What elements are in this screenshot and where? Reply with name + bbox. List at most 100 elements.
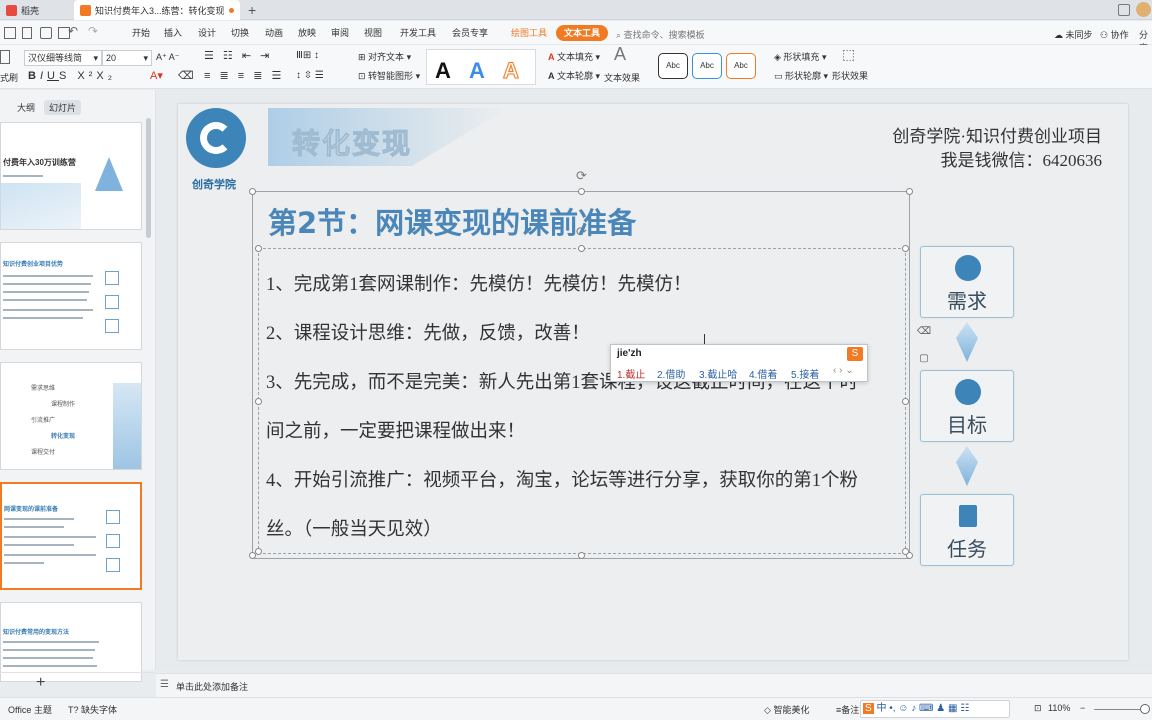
- menu-design[interactable]: 设计: [194, 25, 220, 41]
- menu-animation[interactable]: 动画: [261, 25, 287, 41]
- shape-fill-button[interactable]: ◈ 形状填充 ▾: [774, 50, 826, 64]
- text-style-blue[interactable]: A: [469, 58, 485, 84]
- sync-status[interactable]: ☁ 未同步: [1054, 28, 1093, 41]
- shape-style-blue[interactable]: Abc: [692, 53, 722, 79]
- smart-beautify-button[interactable]: ◇ 智能美化: [764, 703, 809, 716]
- font-size-select[interactable]: 20 ▾: [102, 50, 152, 66]
- line-spacing-icon[interactable]: ↕ ⇳ ☰: [296, 69, 324, 83]
- resize-handle[interactable]: [578, 552, 585, 559]
- undo-icon[interactable]: ↶: [68, 24, 78, 38]
- slide-thumb-1[interactable]: 付费年入30万训练营: [0, 122, 142, 230]
- thumb-title: 知识付费创业项目优势: [3, 262, 64, 268]
- format-painter-icon[interactable]: [0, 50, 10, 64]
- menu-insert[interactable]: 插入: [160, 25, 186, 41]
- resize-handle[interactable]: [902, 398, 909, 405]
- text-effect-icon[interactable]: A: [614, 45, 626, 63]
- list-buttons[interactable]: ☰ ☷ ⇤ ⇥: [204, 49, 272, 63]
- save-icon[interactable]: [22, 27, 32, 39]
- resize-handle[interactable]: [578, 245, 585, 252]
- menu-home[interactable]: 开始: [128, 25, 154, 41]
- ime-candidate-4[interactable]: 4.借着: [749, 366, 777, 381]
- resize-handle[interactable]: [255, 398, 262, 405]
- resize-handle[interactable]: [578, 188, 585, 195]
- resize-handle[interactable]: [906, 188, 913, 195]
- font-name-select[interactable]: 汉仪细等线简 ▾: [24, 50, 102, 66]
- text-outline-button[interactable]: A 文本轮廓 ▾: [548, 69, 600, 83]
- font-grow-icon[interactable]: A⁺ A⁻: [156, 50, 180, 64]
- shape-effect-label[interactable]: 形状效果: [832, 69, 868, 83]
- missing-font-label: 缺失字体: [81, 705, 118, 715]
- text-style-black[interactable]: A: [435, 58, 451, 84]
- print-icon[interactable]: [40, 27, 52, 39]
- collab-button[interactable]: ⚇ 协作: [1100, 28, 1129, 41]
- text-effect-label[interactable]: 文本效果: [604, 71, 640, 85]
- missing-font-button[interactable]: T? 缺失字体: [68, 703, 117, 716]
- sidebar-scrollbar[interactable]: [146, 118, 151, 238]
- tab-outline[interactable]: 大纲: [12, 100, 40, 115]
- smart-shape-button[interactable]: ⊡ 转智能图形 ▾: [358, 69, 420, 83]
- resize-handle[interactable]: [255, 245, 262, 252]
- ime-candidate-2[interactable]: 2.借助: [657, 366, 685, 381]
- window-layout-icon[interactable]: [1118, 4, 1130, 16]
- header-title: 转化变现: [291, 127, 413, 161]
- rotate-handle-icon[interactable]: ⟳: [576, 168, 587, 184]
- slide-thumb-2[interactable]: 知识付费创业项目优势: [0, 242, 142, 350]
- slide-thumb-3[interactable]: 需求思维 课程制作 引流推广 转化变现 课程交付: [0, 362, 142, 470]
- menu-slideshow[interactable]: 放映: [294, 25, 320, 41]
- resize-handle[interactable]: [255, 548, 262, 555]
- ime-candidate-5[interactable]: 5.接着: [791, 366, 819, 381]
- shape-effect-icon[interactable]: ⬚: [842, 47, 855, 61]
- tab-document[interactable]: 知识付费年入3...练营：转化变现: [74, 0, 240, 20]
- align-text-button[interactable]: ⊞ 对齐文本 ▾: [358, 50, 411, 64]
- eraser-icon[interactable]: ⌫: [915, 323, 933, 341]
- redo-icon[interactable]: ↷: [88, 24, 98, 38]
- frame-icon[interactable]: ▢: [915, 350, 933, 368]
- menu-developer[interactable]: 开发工具: [396, 25, 440, 41]
- resize-handle[interactable]: [902, 548, 909, 555]
- align-buttons[interactable]: ≡ ≣ ≡ ≣ ☰: [204, 69, 284, 83]
- font-color-icon[interactable]: A▾: [150, 69, 163, 83]
- ime-toolbar[interactable]: S 中 •, ☺ ♪ ⌨ ♟ ▦ ☷: [860, 700, 1010, 718]
- text-fill-button[interactable]: A 文本填充 ▾: [548, 50, 600, 64]
- add-slide-button[interactable]: +: [36, 674, 45, 692]
- resize-handle[interactable]: [249, 188, 256, 195]
- new-tab-button[interactable]: +: [242, 0, 262, 20]
- ime-candidate-3[interactable]: 3.截止哈: [699, 366, 737, 381]
- search-box[interactable]: ⌕ 查找命令、搜索模板: [616, 28, 705, 41]
- shape-style-black[interactable]: Abc: [658, 53, 688, 79]
- menu-text-tools[interactable]: 文本工具: [556, 25, 609, 41]
- zoom-slider-track[interactable]: [1094, 709, 1146, 710]
- slide-thumb-5[interactable]: 知识付费常用的变现方法: [0, 602, 142, 682]
- tab-daoke[interactable]: 稻壳: [0, 0, 70, 20]
- thumb-decoration: [1, 183, 81, 229]
- divider: [0, 672, 156, 673]
- zoom-level[interactable]: 110%: [1048, 703, 1070, 713]
- thumb-line: [3, 309, 93, 311]
- menu-transition[interactable]: 切换: [227, 25, 253, 41]
- notes-bar[interactable]: ☰ 单击此处添加备注: [156, 673, 1152, 697]
- clear-format-icon[interactable]: ⌫: [178, 69, 194, 83]
- zoom-slider-thumb[interactable]: [1140, 704, 1150, 714]
- ime-candidate-1[interactable]: 1.截止: [617, 366, 645, 381]
- zoom-out-button[interactable]: −: [1080, 703, 1085, 713]
- menu-view[interactable]: 视图: [360, 25, 386, 41]
- shape-style-orange[interactable]: Abc: [726, 53, 756, 79]
- resize-handle[interactable]: [902, 245, 909, 252]
- fit-window-icon[interactable]: ⊡: [1034, 703, 1042, 714]
- text-style-orange[interactable]: A: [503, 58, 520, 84]
- shape-outline-button[interactable]: ▭ 形状轮廓 ▾: [774, 69, 828, 83]
- text-style-gallery[interactable]: A A A: [426, 49, 536, 85]
- text-direction-icon[interactable]: Ⅲ⊞ ↕: [296, 49, 319, 63]
- avatar[interactable]: [1136, 2, 1151, 17]
- menu-drawing-tools[interactable]: 绘图工具: [507, 25, 551, 41]
- file-icon[interactable]: [4, 27, 16, 39]
- tab-slides[interactable]: 幻灯片: [44, 100, 82, 115]
- theme-name[interactable]: Office 主题: [8, 703, 52, 716]
- menu-review[interactable]: 审阅: [327, 25, 353, 41]
- ime-page-arrows-icon[interactable]: ‹ › ⌄: [833, 365, 854, 376]
- slide-thumb-4[interactable]: 网课变现的课前准备: [0, 482, 142, 590]
- notes-toggle-button[interactable]: ≡备注: [836, 703, 859, 716]
- menu-member[interactable]: 会员专享: [448, 25, 492, 41]
- align-text-label: 对齐文本: [368, 52, 405, 62]
- font-style-buttons[interactable]: BIUS X²X₂: [28, 69, 116, 83]
